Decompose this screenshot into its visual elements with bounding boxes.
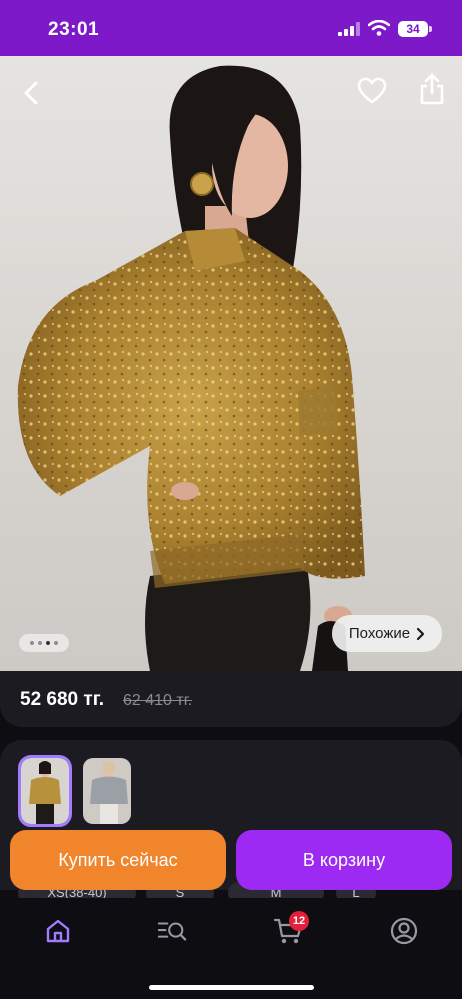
share-button[interactable] — [415, 72, 449, 106]
price-panel: 52 680 тг. 62 410 тг. — [0, 671, 462, 727]
status-time: 23:01 — [48, 19, 100, 40]
product-image[interactable]: Похожие — [0, 56, 462, 671]
add-to-cart-label: В корзину — [302, 849, 386, 870]
wifi-icon — [368, 20, 390, 36]
back-button[interactable] — [14, 76, 48, 110]
pagination-dot — [30, 641, 34, 645]
pagination-dot-active — [46, 641, 50, 645]
nav-home[interactable] — [43, 916, 73, 946]
battery-cap — [429, 26, 432, 32]
share-icon — [420, 73, 444, 105]
back-icon — [24, 81, 38, 105]
pagination-dot — [38, 641, 42, 645]
similar-label: Похожие — [348, 625, 411, 642]
variant-thumbnail-selected[interactable] — [18, 755, 72, 827]
home-indicator — [149, 985, 314, 990]
battery-level: 34 — [398, 21, 428, 37]
home-icon — [46, 919, 70, 943]
nav-catalog[interactable] — [157, 916, 187, 946]
buy-now-button[interactable]: Купить сейчас — [10, 830, 226, 890]
status-bar: 23:01 34 — [0, 0, 462, 56]
nav-profile[interactable] — [389, 916, 419, 946]
product-photo — [17, 65, 365, 671]
cart-count-badge: 12 — [289, 911, 309, 931]
pagination-dot — [54, 641, 58, 645]
similar-button[interactable]: Похожие — [332, 615, 442, 652]
variant-gold-image — [21, 758, 69, 824]
bottom-nav — [0, 898, 462, 999]
variant-thumbnail[interactable] — [83, 758, 131, 824]
profile-icon — [390, 917, 418, 945]
cellular-signal-icon — [338, 22, 360, 36]
variant-silver-image — [83, 758, 131, 824]
favorite-button[interactable] — [355, 74, 389, 108]
add-to-cart-button[interactable]: В корзину — [236, 830, 452, 890]
image-pagination — [19, 634, 69, 652]
heart-icon — [357, 77, 387, 104]
buy-now-label: Купить сейчас — [58, 849, 178, 870]
chevron-right-icon — [417, 627, 425, 640]
current-price: 52 680 тг. — [20, 689, 104, 710]
catalog-search-icon — [157, 922, 187, 941]
old-price: 62 410 тг. — [123, 692, 193, 709]
